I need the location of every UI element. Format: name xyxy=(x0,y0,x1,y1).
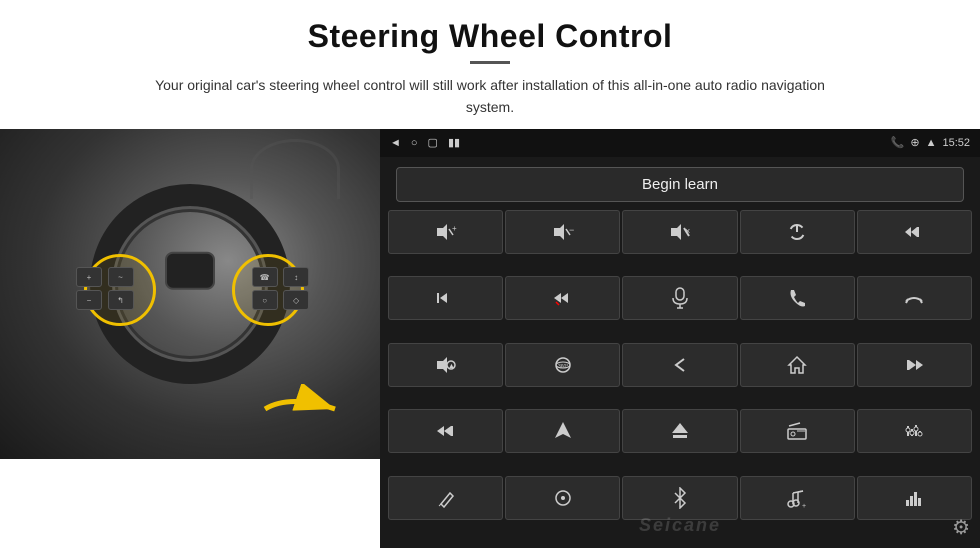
pen-button[interactable] xyxy=(388,476,503,520)
settings-gear-icon[interactable]: ⚙ xyxy=(952,515,970,540)
mute-button[interactable]: × xyxy=(622,210,737,254)
signal-icon: ▮▮ xyxy=(448,136,460,149)
sw-btn-phone: ☎ xyxy=(252,267,278,287)
skip-next-button[interactable] xyxy=(388,409,503,453)
sw-btn-circle: ○ xyxy=(252,290,278,310)
header-section: Steering Wheel Control Your original car… xyxy=(0,0,980,129)
phone-call-button[interactable] xyxy=(740,276,855,320)
home-nav-icon: ○ xyxy=(411,137,418,149)
svg-text:+: + xyxy=(452,224,457,233)
wifi-icon: ▲ xyxy=(926,137,937,149)
steering-wheel-hub xyxy=(165,251,215,289)
content-section: + ~ − ↰ ☎ ↕ ○ ◇ xyxy=(0,129,980,548)
360-view-button[interactable]: 360° xyxy=(505,343,620,387)
navigate-button[interactable] xyxy=(505,409,620,453)
seicane-watermark: Seicane xyxy=(639,515,721,536)
recents-nav-icon: ▢ xyxy=(428,136,438,149)
next-track-button[interactable] xyxy=(388,276,503,320)
yellow-arrow xyxy=(260,384,350,434)
fast-forward-button[interactable] xyxy=(505,276,620,320)
sw-btn-mode: ~ xyxy=(108,267,134,287)
eject-button[interactable] xyxy=(622,409,737,453)
svg-text:−: − xyxy=(569,225,574,235)
begin-learn-button[interactable]: Begin learn xyxy=(396,167,964,202)
home-button[interactable] xyxy=(740,343,855,387)
location-icon: ⊕ xyxy=(910,136,919,149)
dashboard-gauge xyxy=(250,139,340,199)
back-button[interactable] xyxy=(622,343,737,387)
begin-learn-row: Begin learn xyxy=(380,157,980,210)
steering-wheel-image: + ~ − ↰ ☎ ↕ ○ ◇ xyxy=(0,129,380,459)
svg-text:+: + xyxy=(802,503,806,508)
vol-down-button[interactable]: − xyxy=(505,210,620,254)
mic-button[interactable] xyxy=(622,276,737,320)
sw-btn-diamond: ◇ xyxy=(283,290,309,310)
right-steering-buttons: ☎ ↕ ○ ◇ xyxy=(252,267,312,310)
hang-up-button[interactable] xyxy=(857,276,972,320)
circle-button[interactable] xyxy=(505,476,620,520)
page-title: Steering Wheel Control xyxy=(60,18,920,55)
phone-status-icon: 📞 xyxy=(891,136,905,149)
svg-text:360°: 360° xyxy=(558,364,568,370)
status-nav-icons: ◄ ○ ▢ ▮▮ xyxy=(390,136,460,149)
back-nav-icon: ◄ xyxy=(390,137,401,149)
speaker-button[interactable]: ▲ xyxy=(388,343,503,387)
time-display: 15:52 xyxy=(942,137,970,149)
sw-btn-plus: + xyxy=(76,267,102,287)
svg-text:▲: ▲ xyxy=(448,363,455,370)
radio-button[interactable] xyxy=(740,409,855,453)
bluetooth-button[interactable] xyxy=(622,476,737,520)
status-bar: ◄ ○ ▢ ▮▮ 📞 ⊕ ▲ 15:52 xyxy=(380,129,980,157)
title-divider xyxy=(470,61,510,64)
equalizer-button[interactable] xyxy=(857,409,972,453)
sw-btn-minus: − xyxy=(76,290,102,310)
music-button[interactable]: + xyxy=(740,476,855,520)
sw-btn-arrow: ↕ xyxy=(283,267,309,287)
rewind-button[interactable] xyxy=(857,343,972,387)
svg-text:×: × xyxy=(685,226,690,236)
controls-grid: + − × xyxy=(380,210,980,548)
bars-button[interactable] xyxy=(857,476,972,520)
call-prev-button[interactable] xyxy=(857,210,972,254)
android-head-unit: ◄ ○ ▢ ▮▮ 📞 ⊕ ▲ 15:52 Begin learn xyxy=(380,129,980,548)
power-button[interactable] xyxy=(740,210,855,254)
left-steering-buttons: + ~ − ↰ xyxy=(76,267,136,310)
sw-btn-hook: ↰ xyxy=(108,290,134,310)
page-container: Steering Wheel Control Your original car… xyxy=(0,0,980,548)
vol-up-button[interactable]: + xyxy=(388,210,503,254)
status-right-icons: 📞 ⊕ ▲ 15:52 xyxy=(891,136,970,149)
subtitle: Your original car's steering wheel contr… xyxy=(130,74,850,119)
